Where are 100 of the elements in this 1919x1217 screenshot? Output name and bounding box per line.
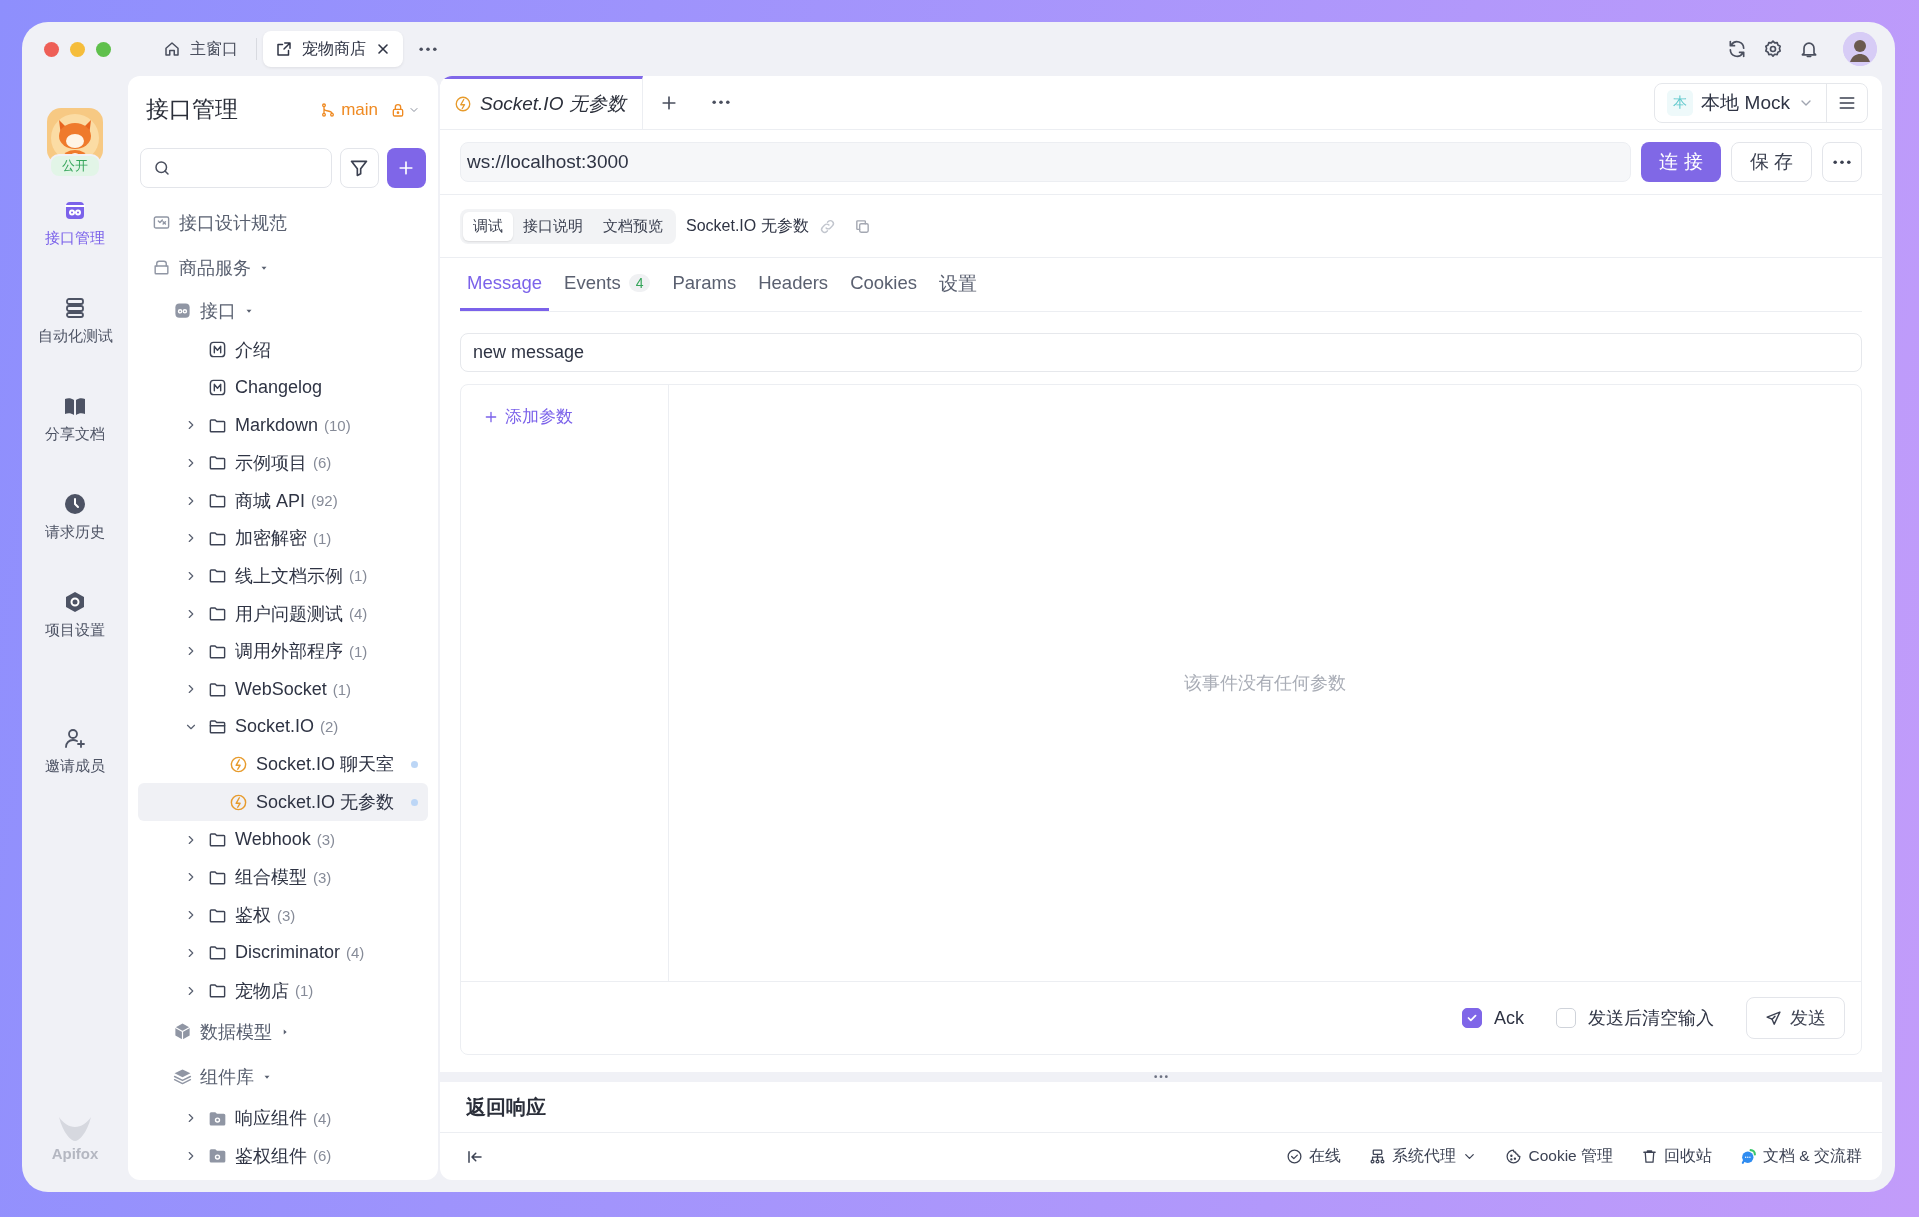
status-item[interactable]: Cookie 管理: [1505, 1146, 1614, 1167]
window-tab[interactable]: 宠物商店: [263, 31, 403, 67]
filter-button[interactable]: [339, 148, 379, 188]
tree-item[interactable]: 鉴权组件 (6): [138, 1137, 428, 1175]
mode-tab[interactable]: 文档预览: [593, 211, 673, 241]
request-tab[interactable]: 设置: [931, 258, 984, 311]
tree-item[interactable]: 接口设计规范: [138, 200, 428, 245]
folder-icon: [208, 566, 227, 586]
item-count: (4): [313, 1109, 332, 1127]
online-icon: [1286, 1148, 1304, 1165]
request-tab[interactable]: Cookies: [843, 258, 924, 311]
add-button[interactable]: [386, 148, 426, 188]
item-count: (1): [349, 567, 368, 585]
spec-icon: [152, 213, 171, 232]
item-count: (1): [295, 982, 314, 1000]
tree-item[interactable]: 数据模型: [138, 1009, 428, 1055]
tree-item[interactable]: 用户问题测试 (4): [138, 594, 428, 633]
nav-item[interactable]: 分享文档: [45, 394, 105, 444]
tree-item[interactable]: Socket.IO (2): [138, 707, 428, 746]
more-icon[interactable]: [419, 46, 437, 52]
connect-button[interactable]: 连 接: [1641, 142, 1721, 182]
tree-item[interactable]: Discriminator (4): [138, 934, 428, 972]
socket-icon: [454, 95, 472, 113]
network-icon: [1369, 1148, 1387, 1165]
item-count: (2): [320, 718, 339, 736]
tree-item[interactable]: 商城 API (92): [138, 481, 428, 520]
item-count: (4): [346, 944, 365, 962]
status-item[interactable]: 系统代理: [1369, 1146, 1478, 1167]
nav-item[interactable]: 项目设置: [45, 590, 105, 640]
tree-item[interactable]: 商品服务: [138, 245, 428, 290]
markdown-icon: [208, 378, 227, 398]
item-count: (6): [313, 454, 332, 472]
folder-icon: [208, 453, 227, 473]
tree-item[interactable]: Socket.IO 聊天室: [138, 745, 428, 784]
nav-item[interactable]: 请求历史: [45, 492, 105, 542]
status-item[interactable]: 文档 & 交流群: [1740, 1146, 1862, 1167]
save-button[interactable]: 保 存: [1730, 142, 1812, 182]
folder-open-icon: [208, 717, 227, 737]
close-window-button[interactable]: [44, 41, 59, 57]
window-tab[interactable]: 主窗口: [151, 31, 250, 67]
tree-item[interactable]: 介绍: [138, 331, 428, 369]
tree-item[interactable]: 线上文档示例 (1): [138, 557, 428, 595]
folder-icon: [208, 604, 227, 624]
tree-item[interactable]: WebSocket (1): [138, 670, 428, 708]
folder-icon: [208, 1146, 227, 1166]
close-icon[interactable]: [375, 41, 391, 57]
tree-item[interactable]: 鉴权 (3): [138, 896, 428, 934]
url-field[interactable]: ws://localhost:3000: [460, 142, 1632, 182]
invite-icon: [63, 726, 87, 750]
mode-tab[interactable]: 调试: [463, 211, 513, 241]
checkbox-label: Ack: [1494, 1007, 1524, 1029]
request-tab[interactable]: Headers: [751, 258, 836, 311]
tree-item[interactable]: 响应组件 (4): [138, 1099, 428, 1138]
request-tab[interactable]: Events 4: [557, 258, 658, 311]
count-badge: 4: [628, 274, 651, 292]
event-name-field[interactable]: new message: [460, 333, 1862, 372]
tree-item[interactable]: Changelog: [138, 368, 428, 407]
request-tab[interactable]: Params: [665, 258, 744, 311]
history-icon: [63, 492, 87, 516]
item-count: (3): [316, 831, 336, 849]
status-item[interactable]: 回收站: [1641, 1146, 1713, 1167]
item-count: (10): [324, 416, 351, 434]
tree-item[interactable]: Webhook (3): [138, 820, 428, 859]
nav-item[interactable]: 自动化测试: [37, 296, 113, 346]
user-avatar[interactable]: [1843, 32, 1877, 66]
tree-item[interactable]: 接口: [138, 290, 428, 331]
send-button[interactable]: 发送: [1746, 997, 1845, 1039]
status-item[interactable]: 在线: [1286, 1146, 1342, 1167]
tree-item[interactable]: 调用外部程序 (1): [138, 632, 428, 671]
nav-item[interactable]: 接口管理: [45, 198, 105, 248]
item-count: (1): [332, 680, 352, 698]
bell-icon[interactable]: [1799, 39, 1819, 59]
settings-icon[interactable]: [1763, 39, 1783, 59]
tree-item[interactable]: 组件库: [138, 1054, 428, 1100]
request-tab[interactable]: Message: [460, 258, 550, 311]
tree-item[interactable]: 宠物店 (1): [138, 971, 428, 1010]
clear-checkbox[interactable]: [1556, 1008, 1576, 1028]
tree-item[interactable]: Socket.IO 无参数: [138, 783, 428, 821]
layers-icon: [173, 1067, 192, 1087]
markdown-icon: [208, 340, 227, 360]
add-parameter-link[interactable]: 添加参数: [483, 405, 573, 428]
tree-item[interactable]: 示例项目 (6): [138, 444, 428, 482]
item-count: (3): [277, 906, 296, 924]
folder-icon: [208, 943, 227, 963]
mode-tab[interactable]: 接口说明: [513, 211, 593, 241]
tree-item[interactable]: 组合模型 (3): [138, 858, 428, 897]
nav-item[interactable]: 邀请成员: [45, 726, 105, 776]
search-field[interactable]: [140, 148, 332, 188]
tree-item[interactable]: Markdown (10): [138, 406, 428, 445]
ack-checkbox[interactable]: [1462, 1008, 1482, 1028]
editor-tab[interactable]: Socket.IO 无参数: [440, 76, 643, 129]
item-count: (1): [313, 529, 332, 547]
tree-item[interactable]: 加密解密 (1): [138, 519, 428, 558]
brand-name: Apifox: [51, 1145, 99, 1162]
panel-title: 接口管理: [146, 95, 238, 124]
resize-handle-icon[interactable]: [1154, 1075, 1168, 1079]
refresh-icon[interactable]: [1727, 39, 1747, 59]
folder-icon: [208, 981, 227, 1001]
section-title: 返回响应: [466, 1094, 546, 1120]
more-icon[interactable]: [711, 100, 730, 105]
